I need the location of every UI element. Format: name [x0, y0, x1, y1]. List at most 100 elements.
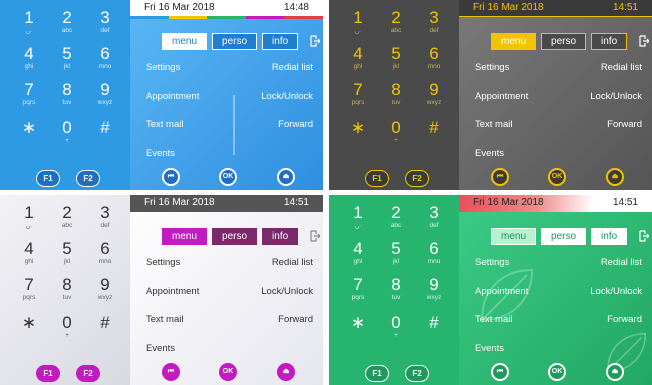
key-3[interactable]: 3 def — [90, 8, 120, 40]
key-9[interactable]: 9 wxyz — [90, 275, 120, 307]
menu-item-events[interactable]: Events — [146, 148, 175, 159]
menu-item-forward[interactable]: Forward — [278, 119, 313, 130]
key-5[interactable]: 5 jkl — [52, 44, 82, 76]
function-key-f1[interactable]: F1 — [365, 365, 389, 382]
menu-item-settings[interactable]: Settings — [146, 257, 180, 268]
key-6[interactable]: 6 mno — [419, 44, 449, 76]
prev-button[interactable]: ⏮ — [162, 168, 180, 186]
menu-item-appointment[interactable]: Appointment — [146, 91, 199, 102]
menu-item-text-mail[interactable]: Text mail — [146, 314, 183, 325]
key-9[interactable]: 9 wxyz — [90, 80, 120, 112]
key-12[interactable]: # — [419, 313, 449, 345]
menu-item-lock[interactable]: Lock/Unlock — [590, 91, 642, 102]
key-6[interactable]: 6 mno — [419, 239, 449, 271]
tab-perso[interactable]: perso — [541, 228, 587, 245]
key-10[interactable]: ∗ — [343, 313, 373, 345]
key-4[interactable]: 4 ghi — [343, 44, 373, 76]
menu-item-redial[interactable]: Redial list — [272, 62, 313, 73]
tab-menu[interactable]: menu — [491, 228, 537, 245]
key-4[interactable]: 4 ghi — [14, 239, 44, 271]
prev-button[interactable]: ⏮ — [162, 363, 180, 381]
key-2[interactable]: 2 abc — [381, 203, 411, 235]
key-3[interactable]: 3 def — [90, 203, 120, 235]
menu-item-events[interactable]: Events — [475, 343, 504, 354]
exit-icon[interactable] — [639, 230, 649, 242]
ok-button[interactable]: OK — [219, 168, 237, 186]
key-2[interactable]: 2 abc — [52, 203, 82, 235]
menu-item-events[interactable]: Events — [146, 343, 175, 354]
key-8[interactable]: 8 tuv — [381, 275, 411, 307]
home-button[interactable]: ⏏ — [606, 168, 624, 186]
key-10[interactable]: ∗ — [14, 313, 44, 345]
menu-item-text-mail[interactable]: Text mail — [475, 119, 512, 130]
key-8[interactable]: 8 tuv — [381, 80, 411, 112]
menu-item-text-mail[interactable]: Text mail — [475, 314, 512, 325]
tab-info[interactable]: info — [591, 33, 628, 50]
tab-info[interactable]: info — [262, 228, 299, 245]
function-key-f1[interactable]: F1 — [36, 365, 60, 382]
menu-item-forward[interactable]: Forward — [607, 119, 642, 130]
key-9[interactable]: 9 wxyz — [419, 275, 449, 307]
menu-item-events[interactable]: Events — [475, 148, 504, 159]
key-5[interactable]: 5 jkl — [381, 44, 411, 76]
function-key-f2[interactable]: F2 — [405, 170, 429, 187]
ok-button[interactable]: OK — [219, 363, 237, 381]
key-5[interactable]: 5 jkl — [52, 239, 82, 271]
key-2[interactable]: 2 abc — [52, 8, 82, 40]
tab-menu[interactable]: menu — [491, 33, 537, 50]
key-1[interactable]: 1 ␣. — [343, 203, 373, 235]
menu-item-lock[interactable]: Lock/Unlock — [261, 91, 313, 102]
key-11[interactable]: 0 + — [381, 118, 411, 150]
function-key-f2[interactable]: F2 — [76, 170, 100, 187]
menu-item-forward[interactable]: Forward — [607, 314, 642, 325]
key-12[interactable]: # — [90, 118, 120, 150]
tab-info[interactable]: info — [262, 33, 299, 50]
key-10[interactable]: ∗ — [14, 118, 44, 150]
menu-item-redial[interactable]: Redial list — [601, 62, 642, 73]
key-1[interactable]: 1 ␣. — [14, 203, 44, 235]
menu-item-redial[interactable]: Redial list — [272, 257, 313, 268]
key-3[interactable]: 3 def — [419, 8, 449, 40]
key-11[interactable]: 0 + — [381, 313, 411, 345]
key-8[interactable]: 8 tuv — [52, 80, 82, 112]
menu-item-text-mail[interactable]: Text mail — [146, 119, 183, 130]
key-4[interactable]: 4 ghi — [14, 44, 44, 76]
ok-button[interactable]: OK — [548, 168, 566, 186]
menu-item-settings[interactable]: Settings — [475, 257, 509, 268]
key-7[interactable]: 7 pqrs — [14, 275, 44, 307]
key-11[interactable]: 0 + — [52, 313, 82, 345]
menu-item-appointment[interactable]: Appointment — [475, 286, 528, 297]
key-3[interactable]: 3 def — [419, 203, 449, 235]
tab-info[interactable]: info — [591, 228, 628, 245]
menu-item-redial[interactable]: Redial list — [601, 257, 642, 268]
exit-icon[interactable] — [310, 230, 320, 242]
key-4[interactable]: 4 ghi — [343, 239, 373, 271]
key-5[interactable]: 5 jkl — [381, 239, 411, 271]
key-6[interactable]: 6 mno — [90, 44, 120, 76]
menu-item-appointment[interactable]: Appointment — [475, 91, 528, 102]
function-key-f1[interactable]: F1 — [36, 170, 60, 187]
key-11[interactable]: 0 + — [52, 118, 82, 150]
tab-menu[interactable]: menu — [162, 228, 208, 245]
menu-item-settings[interactable]: Settings — [475, 62, 509, 73]
menu-item-forward[interactable]: Forward — [278, 314, 313, 325]
home-button[interactable]: ⏏ — [277, 363, 295, 381]
menu-item-appointment[interactable]: Appointment — [146, 286, 199, 297]
tab-menu[interactable]: menu — [162, 33, 208, 50]
function-key-f2[interactable]: F2 — [76, 365, 100, 382]
key-7[interactable]: 7 pqrs — [14, 80, 44, 112]
tab-perso[interactable]: perso — [212, 228, 258, 245]
key-6[interactable]: 6 mno — [90, 239, 120, 271]
key-10[interactable]: ∗ — [343, 118, 373, 150]
home-button[interactable]: ⏏ — [606, 363, 624, 381]
function-key-f1[interactable]: F1 — [365, 170, 389, 187]
key-8[interactable]: 8 tuv — [52, 275, 82, 307]
ok-button[interactable]: OK — [548, 363, 566, 381]
menu-item-lock[interactable]: Lock/Unlock — [590, 286, 642, 297]
key-1[interactable]: 1 ␣. — [14, 8, 44, 40]
menu-item-settings[interactable]: Settings — [146, 62, 180, 73]
tab-perso[interactable]: perso — [541, 33, 587, 50]
menu-item-lock[interactable]: Lock/Unlock — [261, 286, 313, 297]
key-9[interactable]: 9 wxyz — [419, 80, 449, 112]
prev-button[interactable]: ⏮ — [491, 363, 509, 381]
